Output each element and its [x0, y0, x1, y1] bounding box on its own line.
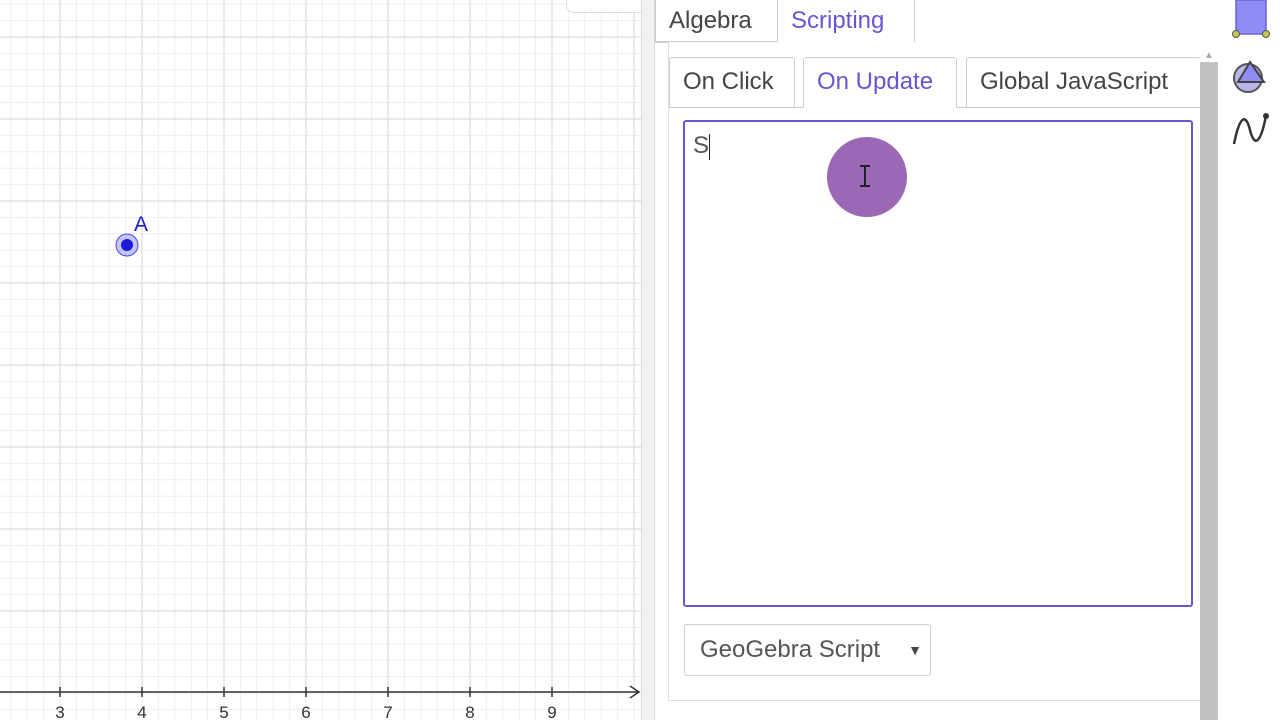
move-tool-icon[interactable]	[1230, 0, 1276, 46]
point-a-label: A	[134, 213, 148, 236]
object-properties-panel: Algebra Scripting On Click On Update Glo…	[655, 0, 1201, 720]
grid-canvas[interactable]: 3 4 5 6 7 8 9 A	[0, 0, 641, 720]
script-text: S	[693, 132, 710, 159]
tool-sidebar	[1218, 0, 1280, 720]
x-tick-label: 6	[301, 703, 310, 720]
click-highlight	[827, 137, 907, 217]
tab-on-click[interactable]: On Click	[669, 57, 795, 107]
tab-scripting[interactable]: Scripting	[777, 0, 915, 43]
scripting-tab-content: On Click On Update Global JavaScript S G…	[668, 42, 1201, 701]
scroll-up-icon[interactable]: ▲	[1204, 50, 1214, 61]
x-tick-label: 7	[383, 703, 392, 720]
polygon-tool-icon[interactable]	[1230, 56, 1276, 102]
graphics-view[interactable]: 3 4 5 6 7 8 9 A	[0, 0, 641, 720]
graphics-style-bar-toggle[interactable]	[566, 0, 641, 13]
script-language-select[interactable]: GeoGebra Script ▼	[684, 624, 931, 676]
text-cursor-icon	[860, 165, 870, 187]
dropdown-arrow-icon: ▼	[908, 642, 922, 658]
function-tool-icon[interactable]	[1230, 110, 1276, 156]
x-tick-label: 3	[55, 703, 64, 720]
panel-scrollbar[interactable]: ▲	[1200, 42, 1218, 720]
tab-on-update[interactable]: On Update	[803, 57, 957, 108]
x-tick-label: 4	[137, 703, 146, 720]
point-a[interactable]	[121, 239, 133, 251]
x-tick-label: 5	[219, 703, 228, 720]
view-divider[interactable]	[641, 0, 655, 720]
properties-tabs: Algebra Scripting	[655, 0, 1200, 43]
tab-algebra[interactable]: Algebra	[655, 0, 778, 42]
x-tick-label: 8	[465, 703, 474, 720]
script-event-tabs: On Click On Update Global JavaScript	[669, 57, 1201, 108]
script-editor[interactable]: S	[683, 120, 1193, 607]
tab-global-javascript[interactable]: Global JavaScript	[966, 57, 1201, 107]
script-language-value: GeoGebra Script	[700, 636, 881, 663]
text-caret	[709, 134, 710, 160]
scroll-thumb[interactable]	[1200, 62, 1218, 720]
x-tick-label: 9	[547, 703, 556, 720]
